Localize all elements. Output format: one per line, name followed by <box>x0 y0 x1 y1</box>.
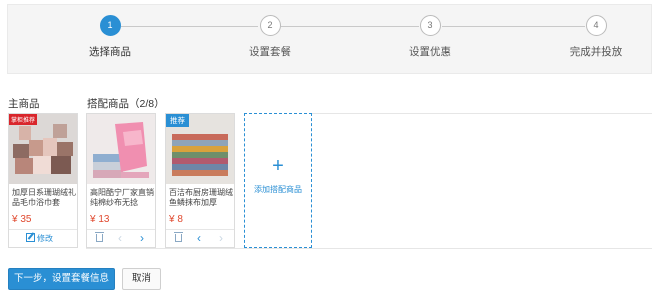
step-number: 1 <box>99 15 121 36</box>
edit-icon <box>26 233 35 242</box>
step-2: 2 设置套餐 <box>225 15 315 59</box>
product-price: ¥ 8 <box>169 214 183 225</box>
step-label: 选择商品 <box>89 46 131 58</box>
step-1: 1 选择商品 <box>65 15 155 59</box>
product-name[interactable]: 高阳酷宁厂家直销纯棉纱布无捻 <box>90 188 154 208</box>
main-product-title: 主商品 <box>8 98 40 110</box>
recommend-badge: 推荐 <box>166 114 189 127</box>
product-price: ¥ 13 <box>90 214 110 225</box>
plus-icon: + <box>272 155 284 177</box>
delete-icon[interactable] <box>95 232 104 242</box>
next-step-button[interactable]: 下一步，设置套餐信息 <box>8 268 115 290</box>
step-4: 4 完成并投放 <box>551 15 641 59</box>
bundle-product-card: 高阳酷宁厂家直销纯棉纱布无捻 ¥ 13 ‹ › <box>86 113 156 248</box>
step-label: 完成并投放 <box>569 46 623 58</box>
step-3: 3 设置优惠 <box>385 15 475 59</box>
step-label: 设置优惠 <box>409 46 451 58</box>
move-left-icon[interactable]: ‹ <box>118 231 122 245</box>
add-bundle-product-button[interactable]: + 添加搭配商品 <box>244 113 312 248</box>
add-bundle-label: 添加搭配商品 <box>254 185 302 194</box>
cancel-button[interactable]: 取消 <box>122 268 161 290</box>
product-image[interactable]: 推荐 <box>166 114 234 184</box>
step-label: 设置套餐 <box>249 46 291 58</box>
recommend-badge: 掌柜推荐 <box>9 114 38 125</box>
divider <box>312 113 652 114</box>
product-image[interactable] <box>87 114 155 184</box>
main-product-card: 掌柜推荐 加厚日系珊瑚绒礼品毛巾浴巾套 ¥ 35 修改 <box>8 113 78 248</box>
bundle-products-title: 搭配商品（2/8） <box>87 98 165 110</box>
step-number: 3 <box>419 15 441 36</box>
product-name[interactable]: 加厚日系珊瑚绒礼品毛巾浴巾套 <box>12 188 76 208</box>
product-name[interactable]: 百洁布厨房珊瑚绒鱼鳞抹布加厚 <box>169 188 233 208</box>
product-price: ¥ 35 <box>12 214 32 225</box>
edit-product-button[interactable]: 修改 <box>26 233 53 244</box>
step-number: 4 <box>585 15 607 36</box>
card-footer: ‹ › <box>166 229 234 247</box>
move-left-icon[interactable]: ‹ <box>197 231 201 245</box>
edit-label: 修改 <box>37 234 53 243</box>
divider <box>86 248 652 249</box>
delete-icon[interactable] <box>174 232 183 242</box>
move-right-icon[interactable]: › <box>219 231 223 245</box>
progress-stepper: 1 选择商品 2 设置套餐 3 设置优惠 4 完成并投放 <box>7 4 652 74</box>
move-right-icon[interactable]: › <box>140 231 144 245</box>
bundle-product-card: 推荐 百洁布厨房珊瑚绒鱼鳞抹布加厚 ¥ 8 ‹ › <box>165 113 235 248</box>
product-image[interactable]: 掌柜推荐 <box>9 114 77 184</box>
card-footer: ‹ › <box>87 229 155 247</box>
step-number: 2 <box>259 15 281 36</box>
card-footer: 修改 <box>9 229 77 247</box>
